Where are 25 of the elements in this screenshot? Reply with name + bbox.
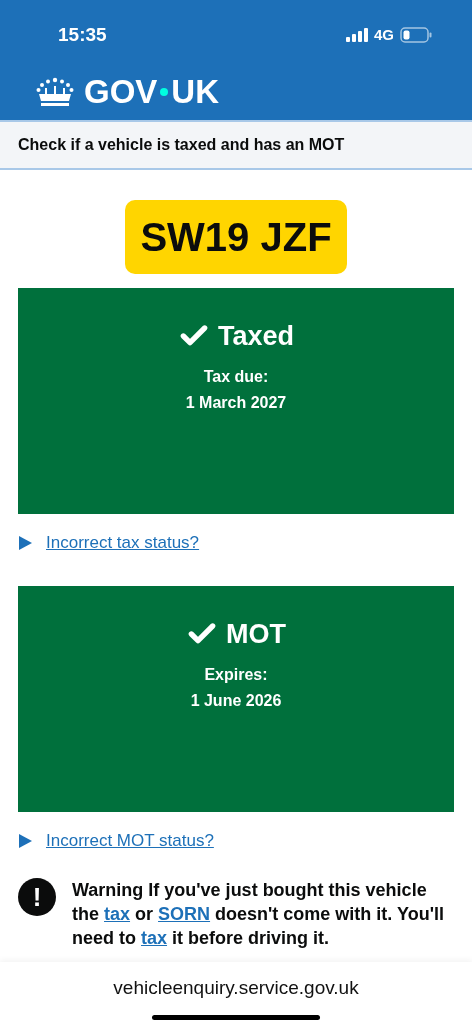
disclosure-link[interactable]: Incorrect tax status? xyxy=(46,530,200,556)
status-time: 15:35 xyxy=(58,22,107,47)
status-detail-label: Tax due: xyxy=(203,366,269,387)
disclosure-triangle-icon xyxy=(18,834,32,848)
signal-icon xyxy=(346,28,368,42)
logo-text: GOV xyxy=(84,72,158,113)
warning-link[interactable]: tax xyxy=(104,904,131,924)
crown-icon xyxy=(36,77,74,107)
status-detail-value: 1 March 2027 xyxy=(185,392,287,413)
warning-icon: ! xyxy=(18,878,56,916)
warning-link[interactable]: tax xyxy=(141,928,168,948)
warning-text: Warning If you've just bought this vehicle the tax or SORN doesn't come with it. You'll need to tax it before driving it. xyxy=(72,879,445,950)
status-title: Taxed xyxy=(218,320,294,353)
address-url: vehicleenquiry.service.gov.uk xyxy=(113,976,359,1000)
warning-link[interactable]: SORN xyxy=(158,904,211,924)
logo-text: UK xyxy=(171,72,220,113)
status-title: MOT xyxy=(226,618,286,651)
number-plate: SW19 JZF xyxy=(125,200,347,274)
network-label: 4G xyxy=(374,24,394,45)
status-detail-label: Expires: xyxy=(204,664,268,685)
disclosure-link[interactable]: Incorrect MOT status? xyxy=(46,828,214,854)
disclosure-triangle-icon xyxy=(18,536,32,550)
battery-icon xyxy=(400,27,432,43)
service-name: Check if a vehicle is taxed and has an MOT xyxy=(18,135,345,155)
status-detail-value: 1 June 2026 xyxy=(190,690,282,711)
